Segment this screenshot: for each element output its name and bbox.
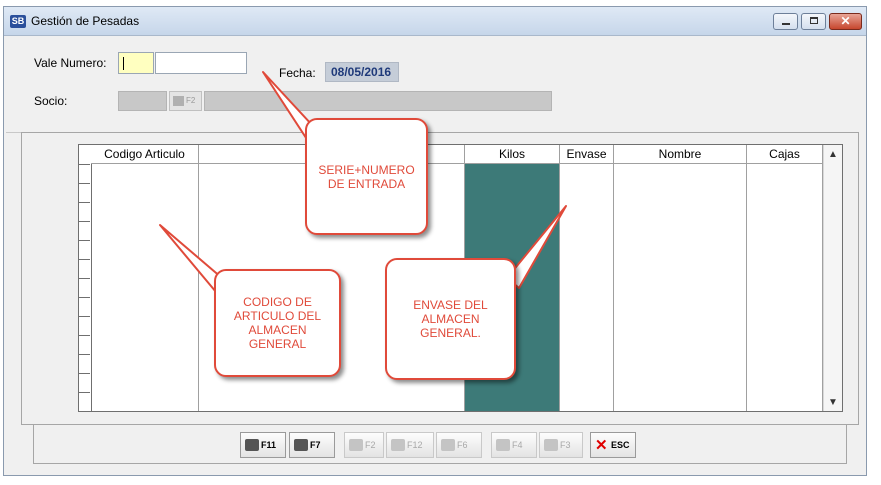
- printer-icon: [245, 439, 259, 451]
- close-button[interactable]: ✕: [829, 13, 862, 30]
- chevron-down-icon[interactable]: ▼: [824, 397, 842, 408]
- socio-name-field: [204, 91, 552, 111]
- row-tick: [79, 164, 90, 165]
- escape-button[interactable]: ✕ ESC: [590, 432, 636, 458]
- row-tick: [79, 183, 90, 184]
- maximize-icon: [810, 17, 818, 24]
- row-tick: [79, 297, 90, 298]
- callout-serie-numero: SERIE+NUMERO DE ENTRADA: [305, 118, 428, 235]
- vale-serie-input[interactable]: [118, 52, 154, 74]
- row-tick: [79, 240, 90, 241]
- undo-button-label: F4: [512, 440, 523, 450]
- socio-code-input[interactable]: [118, 91, 167, 111]
- row-tick: [79, 335, 90, 336]
- delete-button[interactable]: F6: [436, 432, 482, 458]
- delete-icon: [441, 439, 455, 451]
- callout-codigo-articulo: CODIGO DE ARTICULO DEL ALMACEN GENERAL: [214, 269, 341, 377]
- new-button[interactable]: F2: [344, 432, 384, 458]
- new-button-label: F2: [365, 440, 376, 450]
- vale-numero-input[interactable]: [155, 52, 247, 74]
- close-icon: ✕: [840, 14, 851, 28]
- vertical-scrollbar[interactable]: ▲ ▼: [823, 145, 842, 411]
- column-codigo[interactable]: [91, 164, 199, 411]
- minimize-button[interactable]: [773, 13, 798, 30]
- print-button[interactable]: F11: [240, 432, 286, 458]
- close-icon: ✕: [595, 437, 608, 454]
- row-tick: [79, 202, 90, 203]
- search-button-label: F7: [310, 440, 321, 450]
- callout-envase: ENVASE DEL ALMACEN GENERAL.: [385, 258, 516, 380]
- fecha-value: 08/05/2016: [325, 62, 399, 82]
- column-header-cajas[interactable]: Cajas: [747, 145, 823, 164]
- edit-button-label: F12: [407, 440, 423, 450]
- undo-icon: [496, 439, 510, 451]
- socio-label: Socio:: [34, 94, 68, 108]
- maximize-button[interactable]: [801, 13, 826, 30]
- edit-button[interactable]: F12: [386, 432, 434, 458]
- search-list-icon: [173, 96, 184, 106]
- row-tick: [79, 373, 90, 374]
- minimize-icon: [782, 23, 790, 25]
- column-cajas[interactable]: [747, 164, 823, 411]
- save-button[interactable]: F3: [539, 432, 583, 458]
- row-tick: [79, 278, 90, 279]
- undo-button[interactable]: F4: [491, 432, 537, 458]
- row-tick: [79, 392, 90, 393]
- new-document-icon: [349, 439, 363, 451]
- row-tick: [79, 316, 90, 317]
- column-header-nombre[interactable]: Nombre: [614, 145, 747, 164]
- print-button-label: F11: [261, 440, 277, 450]
- column-header-codigo[interactable]: Codigo Articulo: [91, 145, 199, 164]
- vale-numero-label: Vale Numero:: [34, 56, 107, 70]
- chevron-up-icon[interactable]: ▲: [824, 149, 842, 160]
- row-tick: [79, 259, 90, 260]
- row-tick: [79, 354, 90, 355]
- fecha-label: Fecha:: [279, 66, 316, 80]
- column-envase[interactable]: [560, 164, 614, 411]
- save-icon: [544, 439, 558, 451]
- row-tick: [79, 221, 90, 222]
- delete-button-label: F6: [457, 440, 468, 450]
- window-title: Gestión de Pesadas: [31, 14, 140, 28]
- socio-search-label: F2: [186, 96, 196, 105]
- column-nombre[interactable]: [614, 164, 747, 411]
- column-header-kilos[interactable]: Kilos: [465, 145, 560, 164]
- app-icon: SB: [10, 15, 26, 28]
- text-caret: [123, 57, 124, 70]
- column-header-envase[interactable]: Envase: [560, 145, 614, 164]
- search-button[interactable]: F7: [289, 432, 335, 458]
- escape-button-label: ESC: [611, 440, 630, 450]
- save-button-label: F3: [560, 440, 571, 450]
- edit-icon: [391, 439, 405, 451]
- search-icon: [294, 439, 308, 451]
- socio-search-button[interactable]: F2: [169, 91, 202, 111]
- title-bar[interactable]: SB Gestión de Pesadas ✕: [4, 7, 866, 36]
